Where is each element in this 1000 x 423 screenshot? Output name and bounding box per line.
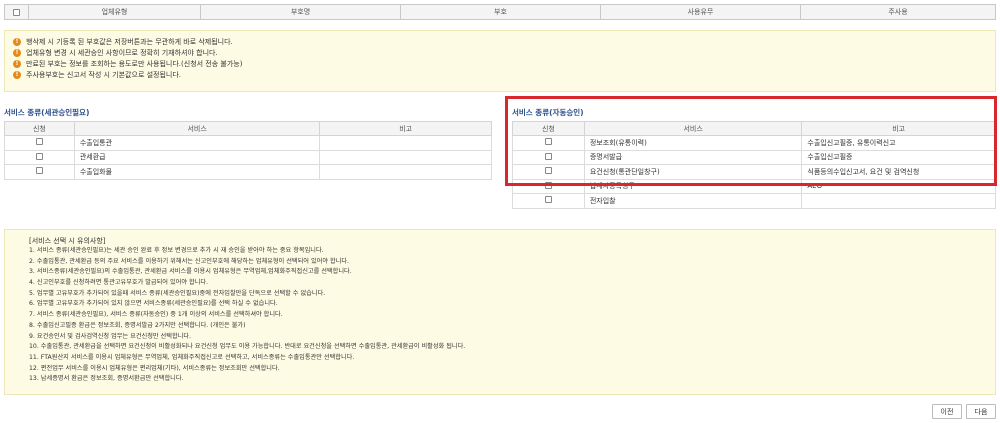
apply-cell: [512, 193, 585, 209]
col-main-use: 주사용: [888, 8, 908, 16]
header-apply: 신청: [4, 121, 75, 136]
col-company-type: 업체유형: [29, 5, 201, 19]
guide-item: 13. 납세증명서 환급은 정보조회, 증명서환급만 선택합니다.: [29, 375, 184, 383]
guide-item: 7. 서비스 종류(세관승인필요), 서비스 종류(자동승인) 중 1개 이상의…: [29, 311, 283, 319]
prev-button[interactable]: 이전: [932, 404, 962, 419]
apply-checkbox[interactable]: [544, 196, 552, 204]
header-note: 비고: [319, 121, 492, 136]
highlight-box: [505, 96, 997, 186]
warning-icon: !: [13, 48, 21, 57]
service-table-customs-approval: 신청 서비스 비고 수출입통관 관세환급 수출입화물: [4, 121, 492, 180]
notice-item: ! 업체유형 변경 시 세관승인 사항이므로 정확히 기재하셔야 합니다.: [13, 47, 987, 58]
table-header-row: 신청 서비스 비고: [4, 121, 492, 136]
notice-item: ! 행삭제 시 기등록 된 부호값은 저장버튼과는 무관하게 바로 삭제됩니다.: [13, 36, 987, 47]
apply-cell: [4, 149, 75, 165]
notice-item: ! 만료된 부호는 정보를 조회하는 용도로만 사용됩니다.(신청서 전송 불가능…: [13, 58, 987, 69]
table-row: 수출입통관: [4, 135, 492, 151]
notice-item: ! 주사용부호는 신고서 작성 시 기본값으로 설정됩니다.: [13, 69, 987, 80]
section-title-customs-approval: 서비스 종류(세관승인필요): [4, 108, 90, 117]
guide-item: 10. 수출입통관, 관세환급을 선택하면 요건신청이 비활성화되나 요건신청 …: [29, 343, 466, 351]
col-code-name: 부호명: [201, 5, 401, 19]
service-note: [801, 193, 996, 209]
apply-checkbox[interactable]: [35, 152, 43, 160]
header-service: 서비스: [73, 121, 321, 136]
guide-item: 5. 업무별 고유부호가 추가되어 있을때 서비스 종류(세관승인필요)중에 전…: [29, 289, 326, 297]
guide-title: [서비스 선택 시 유의사항]: [29, 237, 106, 245]
guide-item: 4. 신고인부호를 신청하려면 통관고유부호가 발급되어 있어야 합니다.: [29, 279, 209, 287]
next-button[interactable]: 다음: [966, 404, 996, 419]
warning-icon: !: [13, 59, 21, 68]
code-table-header: 업체유형 부호명 부호 사용유무 주사용: [4, 4, 996, 20]
guide-item: 2. 수출입통관, 관세환급 등의 주요 서비스를 이용하기 위해서는 신고인부…: [29, 257, 350, 265]
guide-item: 6. 업무별 고유부호가 추가되어 있지 않으면 서비스종류(세관승인필요)를 …: [29, 300, 278, 308]
service-note: [319, 164, 492, 180]
select-all-cell: [5, 5, 29, 19]
warning-icon: !: [13, 70, 21, 79]
guide-item: 11. FTA원산지 서비스를 이용시 업체유형은 무역업체, 업체화주직접신고…: [29, 353, 355, 361]
service-name: 수출입화물: [73, 164, 321, 180]
service-note: [319, 149, 492, 165]
guide-box: [서비스 선택 시 유의사항] 1. 서비스 종류(세관승인필요)는 세관 승인…: [4, 229, 996, 395]
apply-cell: [4, 164, 75, 180]
col-code: 부호: [401, 5, 601, 19]
col-usage: 사용유무: [601, 5, 801, 19]
warning-icon: !: [13, 37, 21, 46]
guide-item: 1. 서비스 종류(세관승인필요)는 세관 승인 완료 후 정보 변경으로 추가…: [29, 247, 324, 254]
apply-cell: [4, 135, 75, 151]
guide-item: 8. 수출입신고필증 환급은 정보조회, 증명서발급 2가지만 선택합니다. (…: [29, 321, 246, 329]
guide-item: 3. 서비스종류(세관승인필요)의 수출입통관, 관세환급 서비스를 이용시 업…: [29, 268, 352, 276]
notice-box: ! 행삭제 시 기등록 된 부호값은 저장버튼과는 무관하게 바로 삭제됩니다. …: [4, 30, 996, 92]
apply-checkbox[interactable]: [35, 167, 43, 175]
service-note: [319, 135, 492, 151]
service-name: 수출입통관: [73, 135, 321, 151]
guide-item: 9. 요건승인서 및 검사검역신청 업무는 요건신청만 선택합니다.: [29, 332, 191, 340]
table-row: 수출입화물: [4, 164, 492, 180]
apply-checkbox[interactable]: [35, 138, 43, 146]
select-all-checkbox[interactable]: [13, 8, 20, 16]
service-name: 전자입찰: [583, 193, 803, 209]
table-row: 관세환급: [4, 149, 492, 165]
guide-item: 12. 편전업무 서비스를 이용시 업체유형은 편리업체(기타), 서비스종류는…: [29, 364, 280, 372]
table-row: 전자입찰: [512, 193, 996, 209]
service-name: 관세환급: [73, 149, 321, 165]
